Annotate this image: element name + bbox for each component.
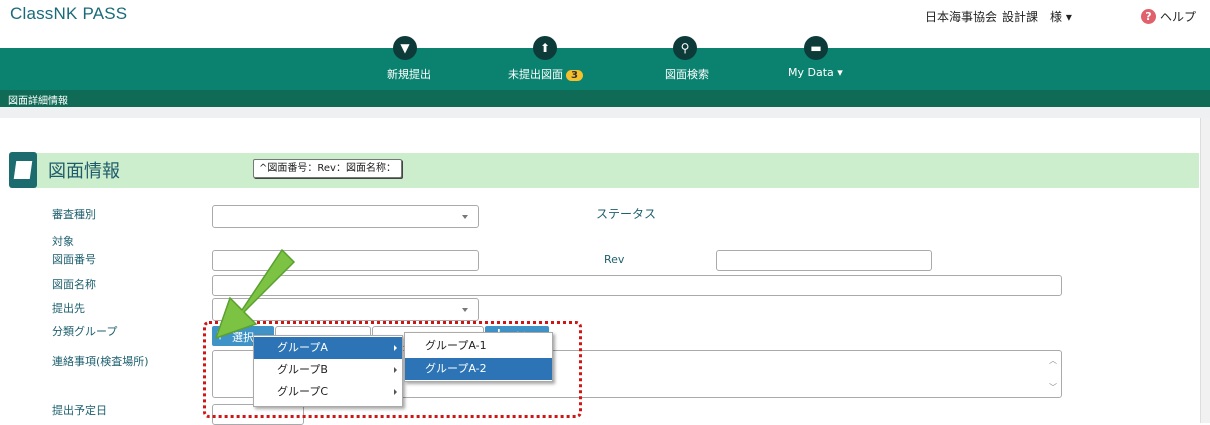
main-nav bbox=[0, 48, 1210, 90]
search-icon[interactable]: ⚲ bbox=[673, 36, 697, 60]
drawing-name-label: 図面名称 bbox=[52, 278, 96, 291]
app-title: ClassNK PASS bbox=[10, 4, 128, 23]
review-type-label: 審査種別 bbox=[52, 208, 96, 221]
submit-to-label: 提出先 bbox=[52, 302, 85, 315]
review-type-select[interactable] bbox=[212, 205, 479, 228]
nav-new-submission[interactable]: 新規提出 bbox=[387, 66, 431, 82]
nav-drawing-search[interactable]: 図面検索 bbox=[665, 66, 709, 82]
scroll-up-icon[interactable]: ︿ bbox=[1049, 355, 1057, 366]
status-label: ステータス bbox=[596, 207, 657, 221]
rev-input[interactable] bbox=[716, 250, 932, 271]
org-name: 日本海事協会 bbox=[925, 10, 998, 24]
breadcrumb: 図面詳細情報 bbox=[8, 96, 68, 107]
contact-label: 連絡事項(検査場所) bbox=[52, 355, 149, 368]
content-top-strip bbox=[0, 107, 1210, 118]
nav-unsubmitted[interactable]: 未提出図面 3 bbox=[508, 66, 583, 82]
drawing-info-icon bbox=[9, 152, 37, 188]
user-menu[interactable]: 様 ▾ bbox=[1050, 8, 1072, 25]
annotation-arrow-icon bbox=[214, 248, 296, 340]
folder-icon[interactable]: ▬ bbox=[804, 36, 828, 60]
chevron-down-icon bbox=[462, 308, 468, 312]
rev-label: Rev bbox=[604, 253, 625, 266]
unsubmitted-count-badge: 3 bbox=[566, 70, 583, 81]
collapse-toggle-button[interactable]: ^図面番号：Rev：図面名称： bbox=[253, 159, 402, 178]
due-date-label: 提出予定日 bbox=[52, 404, 107, 417]
section-title: 図面情報 bbox=[48, 161, 120, 182]
chevron-down-icon bbox=[462, 215, 468, 219]
page-scrollbar[interactable] bbox=[1200, 118, 1210, 423]
nav-unsubmitted-label[interactable]: 未提出図面 bbox=[508, 68, 563, 81]
nav-my-data[interactable]: My Data ▾ bbox=[788, 66, 843, 79]
section-header bbox=[12, 153, 1199, 188]
drawing-number-label: 図面番号 bbox=[52, 253, 96, 266]
help-icon[interactable]: ? bbox=[1141, 9, 1156, 24]
target-label: 対象 bbox=[52, 235, 74, 248]
breadcrumb-bar bbox=[0, 90, 1210, 107]
dept-name: 設計課 bbox=[1002, 10, 1039, 24]
scroll-down-icon[interactable]: ﹀ bbox=[1049, 382, 1057, 393]
new-submission-icon[interactable]: ▼ bbox=[393, 36, 417, 60]
group-label: 分類グループ bbox=[52, 325, 118, 338]
upload-icon[interactable]: ⬆ bbox=[533, 36, 557, 60]
drawing-name-input[interactable] bbox=[212, 275, 1062, 296]
help-link[interactable]: ヘルプ bbox=[1160, 8, 1196, 25]
